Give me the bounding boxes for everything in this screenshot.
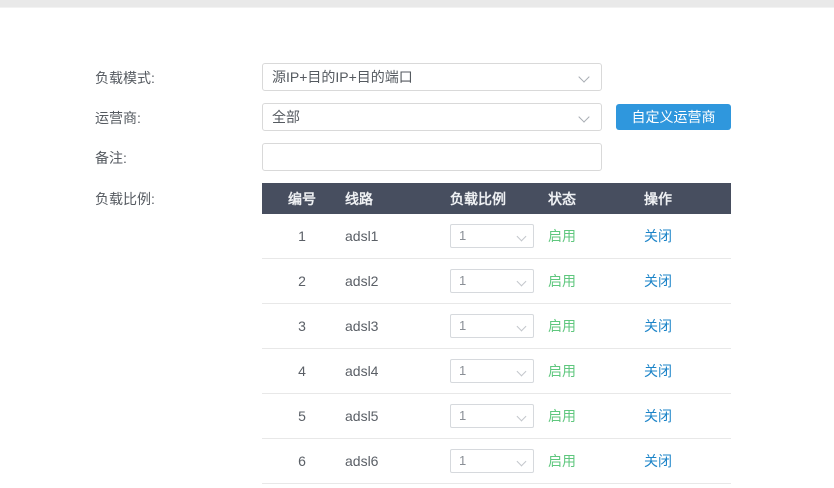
row-id: 5 bbox=[262, 408, 342, 424]
close-link[interactable]: 关闭 bbox=[641, 271, 731, 291]
load-mode-label: 负载模式: bbox=[95, 69, 155, 87]
load-ratio-table: 编号 线路 负载比例 状态 操作 1 adsl1 1 启用 关闭 2 adsl2… bbox=[262, 183, 731, 484]
table-row: 3 adsl3 1 启用 关闭 bbox=[262, 304, 731, 349]
status-badge: 启用 bbox=[545, 361, 641, 381]
chevron-down-icon bbox=[517, 277, 527, 287]
note-label: 备注: bbox=[95, 149, 127, 167]
load-balance-settings-page: 负载模式: 源IP+目的IP+目的端口 运营商: 全部 自定义运营商 备注: 负… bbox=[0, 0, 834, 488]
custom-carrier-button[interactable]: 自定义运营商 bbox=[616, 104, 731, 130]
chevron-down-icon bbox=[517, 322, 527, 332]
status-badge: 启用 bbox=[545, 226, 641, 246]
row-line: adsl6 bbox=[342, 453, 447, 469]
header-line: 线路 bbox=[342, 189, 447, 209]
ratio-label: 负载比例: bbox=[95, 190, 155, 208]
top-divider bbox=[0, 0, 834, 8]
load-mode-select[interactable]: 源IP+目的IP+目的端口 bbox=[262, 63, 602, 91]
row-line: adsl2 bbox=[342, 273, 447, 289]
ratio-select[interactable]: 1 bbox=[450, 359, 534, 383]
chevron-down-icon bbox=[517, 457, 527, 467]
chevron-down-icon bbox=[578, 71, 589, 82]
status-badge: 启用 bbox=[545, 316, 641, 336]
row-id: 2 bbox=[262, 273, 342, 289]
ratio-select-value: 1 bbox=[459, 453, 466, 468]
ratio-select-value: 1 bbox=[459, 318, 466, 333]
header-status: 状态 bbox=[545, 189, 641, 209]
table-row: 4 adsl4 1 启用 关闭 bbox=[262, 349, 731, 394]
carrier-select[interactable]: 全部 bbox=[262, 103, 602, 131]
row-id: 1 bbox=[262, 228, 342, 244]
header-action: 操作 bbox=[641, 189, 731, 209]
chevron-down-icon bbox=[578, 111, 589, 122]
row-line: adsl5 bbox=[342, 408, 447, 424]
chevron-down-icon bbox=[517, 232, 527, 242]
status-badge: 启用 bbox=[545, 271, 641, 291]
status-badge: 启用 bbox=[545, 451, 641, 471]
ratio-select[interactable]: 1 bbox=[450, 449, 534, 473]
ratio-select[interactable]: 1 bbox=[450, 404, 534, 428]
row-id: 4 bbox=[262, 363, 342, 379]
table-row: 1 adsl1 1 启用 关闭 bbox=[262, 214, 731, 259]
carrier-select-value: 全部 bbox=[272, 109, 300, 125]
chevron-down-icon bbox=[517, 412, 527, 422]
load-mode-select-value: 源IP+目的IP+目的端口 bbox=[272, 69, 413, 85]
ratio-select[interactable]: 1 bbox=[450, 314, 534, 338]
note-input[interactable] bbox=[262, 143, 602, 171]
row-line: adsl1 bbox=[342, 228, 447, 244]
header-ratio: 负载比例 bbox=[447, 189, 545, 209]
table-header-row: 编号 线路 负载比例 状态 操作 bbox=[262, 183, 731, 214]
table-row: 2 adsl2 1 启用 关闭 bbox=[262, 259, 731, 304]
ratio-select-value: 1 bbox=[459, 363, 466, 378]
row-line: adsl4 bbox=[342, 363, 447, 379]
close-link[interactable]: 关闭 bbox=[641, 406, 731, 426]
status-badge: 启用 bbox=[545, 406, 641, 426]
ratio-select-value: 1 bbox=[459, 273, 466, 288]
ratio-select-value: 1 bbox=[459, 228, 466, 243]
ratio-select-value: 1 bbox=[459, 408, 466, 423]
table-row: 5 adsl5 1 启用 关闭 bbox=[262, 394, 731, 439]
row-id: 3 bbox=[262, 318, 342, 334]
close-link[interactable]: 关闭 bbox=[641, 361, 731, 381]
row-id: 6 bbox=[262, 453, 342, 469]
row-line: adsl3 bbox=[342, 318, 447, 334]
ratio-select[interactable]: 1 bbox=[450, 269, 534, 293]
header-id: 编号 bbox=[262, 189, 342, 209]
close-link[interactable]: 关闭 bbox=[641, 451, 731, 471]
close-link[interactable]: 关闭 bbox=[641, 226, 731, 246]
close-link[interactable]: 关闭 bbox=[641, 316, 731, 336]
carrier-label: 运营商: bbox=[95, 109, 141, 127]
table-row: 6 adsl6 1 启用 关闭 bbox=[262, 439, 731, 484]
chevron-down-icon bbox=[517, 367, 527, 377]
ratio-select[interactable]: 1 bbox=[450, 224, 534, 248]
